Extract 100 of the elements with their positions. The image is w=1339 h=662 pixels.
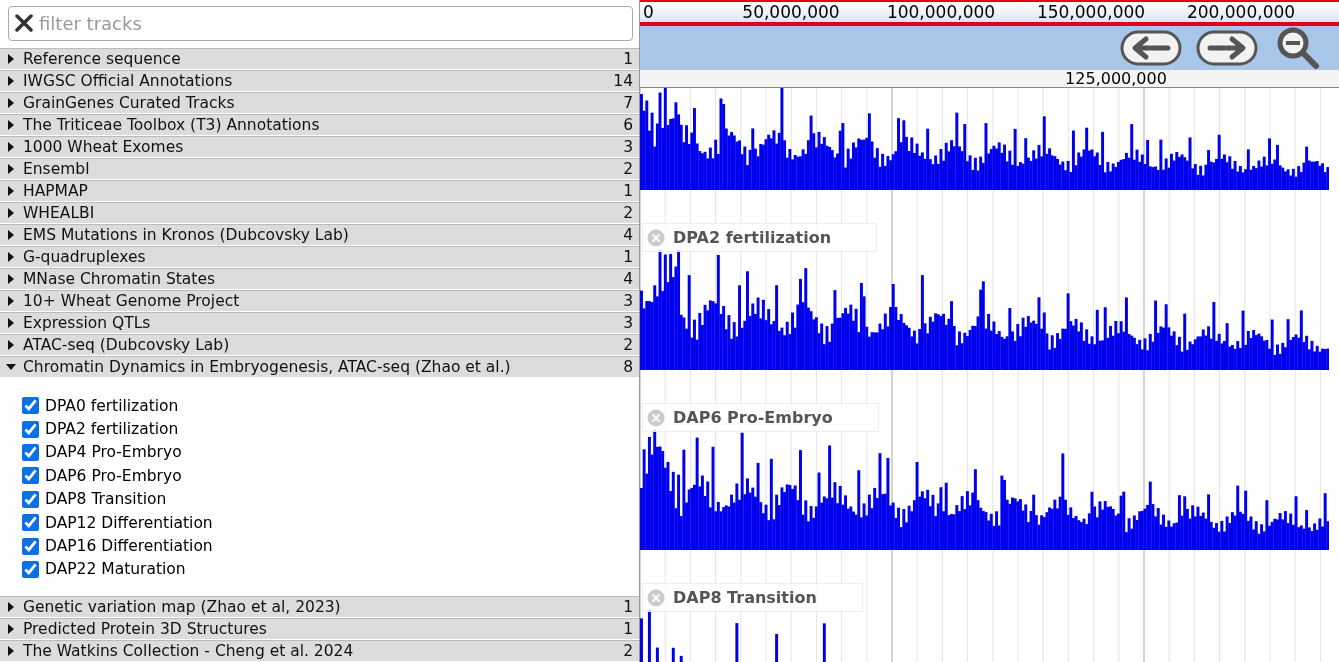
category-name: EMS Mutations in Kronos (Dubcovsky Lab) bbox=[23, 226, 350, 244]
caret-icon bbox=[6, 296, 16, 306]
track-count: 6 bbox=[623, 116, 633, 134]
caret-icon bbox=[6, 142, 16, 152]
ruler-label: 125,000,000 bbox=[1064, 69, 1168, 88]
track-count: 2 bbox=[623, 160, 633, 178]
category-header[interactable]: ATAC-seq (Dubcovsky Lab) 2 bbox=[0, 334, 639, 356]
caret-icon bbox=[6, 274, 16, 284]
ruler-label: 0 bbox=[642, 2, 655, 22]
track-count: 1 bbox=[623, 620, 633, 639]
track-name: DAP8 Transition bbox=[45, 490, 167, 509]
caret-icon bbox=[6, 120, 16, 130]
ruler-label: 100,000,000 bbox=[885, 2, 997, 22]
track-name: DAP12 Differentiation bbox=[45, 513, 213, 532]
category-name: Chromatin Dynamics in Embryogenesis, ATAC-seq (Zhao et al.) bbox=[23, 358, 512, 376]
track-label[interactable]: DAP8 Transition bbox=[642, 583, 863, 612]
category-name: IWGSC Official Annotations bbox=[23, 72, 234, 90]
category-name: The Watkins Collection - Cheng et al. 2024 bbox=[23, 642, 355, 661]
track-checkbox[interactable] bbox=[22, 514, 39, 532]
category-name: 1000 Wheat Exomes bbox=[23, 138, 185, 156]
category-header[interactable]: EMS Mutations in Kronos (Dubcovsky Lab) 4 bbox=[0, 224, 639, 246]
track-checkbox[interactable] bbox=[22, 397, 39, 415]
ruler-label: 50,000,000 bbox=[741, 2, 841, 22]
track-name: DAP6 Pro-Embryo bbox=[45, 466, 182, 485]
track-label[interactable]: DPA2 fertilization bbox=[642, 223, 878, 252]
category-name: ATAC-seq (Dubcovsky Lab) bbox=[23, 336, 231, 354]
category-header[interactable]: 1000 Wheat Exomes 3 bbox=[0, 136, 639, 158]
category-header[interactable]: GrainGenes Curated Tracks 7 bbox=[0, 92, 639, 114]
track-name: DAP16 Differentiation bbox=[45, 537, 213, 556]
category-header[interactable]: Genetic variation map (Zhao et al, 2023) 1 bbox=[0, 596, 639, 619]
track-count: 3 bbox=[623, 314, 633, 332]
category-header[interactable]: The Triticeae Toolbox (T3) Annotations 6 bbox=[0, 114, 639, 136]
category-header[interactable]: Predicted Protein 3D Structures 1 bbox=[0, 618, 639, 641]
caret-icon bbox=[6, 230, 16, 240]
track-checkbox[interactable] bbox=[22, 443, 39, 461]
track-checkbox[interactable] bbox=[22, 537, 39, 555]
caret-icon bbox=[6, 252, 16, 262]
caret-icon bbox=[6, 186, 16, 196]
track-count: 2 bbox=[623, 336, 633, 354]
pan-right-button[interactable] bbox=[1196, 30, 1258, 66]
category-name: Genetic variation map (Zhao et al, 2023) bbox=[23, 598, 342, 617]
track-checkbox[interactable] bbox=[22, 420, 39, 438]
caret-icon bbox=[6, 602, 16, 613]
track-count: 2 bbox=[623, 642, 633, 661]
category-header[interactable]: Chromatin Dynamics in Embryogenesis, ATAC-seq (Zhao et al.) 8 bbox=[0, 356, 639, 378]
category-header[interactable]: IWGSC Official Annotations 14 bbox=[0, 70, 639, 92]
category-name: The Triticeae Toolbox (T3) Annotations bbox=[23, 116, 321, 134]
track-checkbox[interactable] bbox=[22, 560, 39, 578]
category-name: WHEALBI bbox=[23, 204, 96, 222]
caret-icon bbox=[6, 98, 16, 108]
track-count: 2 bbox=[623, 204, 633, 222]
category-header[interactable]: 10+ Wheat Genome Project 3 bbox=[0, 290, 639, 312]
zoom-out-button[interactable] bbox=[1276, 26, 1320, 70]
clear-icon[interactable] bbox=[15, 14, 33, 32]
track-name: DPA2 fertilization bbox=[45, 420, 179, 439]
caret-icon bbox=[6, 54, 16, 64]
category-name: Predicted Protein 3D Structures bbox=[23, 620, 268, 639]
track-count: 3 bbox=[623, 292, 633, 310]
category-name: Ensembl bbox=[23, 160, 91, 178]
caret-icon bbox=[6, 76, 16, 86]
track-name: DPA0 fertilization bbox=[45, 396, 179, 415]
track-name: DAP4 Pro-Embryo bbox=[45, 443, 182, 462]
caret-icon bbox=[6, 362, 16, 372]
category-header[interactable]: WHEALBI 2 bbox=[0, 202, 639, 224]
category-header[interactable]: MNase Chromatin States 4 bbox=[0, 268, 639, 290]
category-header[interactable]: Reference sequence 1 bbox=[0, 48, 639, 70]
caret-icon bbox=[6, 318, 16, 328]
filter-field[interactable]: filter tracks bbox=[8, 6, 633, 41]
track-count: 14 bbox=[613, 72, 633, 90]
category-header[interactable]: The Watkins Collection - Cheng et al. 2024 2 bbox=[0, 640, 639, 662]
close-icon bbox=[647, 228, 665, 247]
track-count: 1 bbox=[623, 50, 633, 68]
track-name: DAP22 Maturation bbox=[45, 560, 186, 579]
category-name: G-quadruplexes bbox=[23, 248, 147, 266]
caret-icon bbox=[6, 164, 16, 174]
category-name: Expression QTLs bbox=[23, 314, 152, 332]
pan-left-button[interactable] bbox=[1120, 30, 1182, 66]
track-count: 8 bbox=[623, 358, 633, 376]
category-header[interactable]: Expression QTLs 3 bbox=[0, 312, 639, 334]
ruler-label: 150,000,000 bbox=[1035, 2, 1147, 22]
caret-icon bbox=[6, 208, 16, 218]
caret-icon bbox=[6, 646, 16, 657]
track-count: 1 bbox=[623, 598, 633, 617]
track-checkbox[interactable] bbox=[22, 467, 39, 485]
category-name: MNase Chromatin States bbox=[23, 270, 216, 288]
track-count: 1 bbox=[623, 248, 633, 266]
overview-ruler[interactable]: 0 50,000,000 100,000,000 150,000,000 200,000,000 bbox=[640, 0, 1339, 26]
ruler-label: 200,000,000 bbox=[1185, 2, 1297, 22]
category-header[interactable]: Ensembl 2 bbox=[0, 158, 639, 180]
track-count: 4 bbox=[623, 226, 633, 244]
track-label[interactable]: DAP6 Pro-Embryo bbox=[642, 403, 879, 432]
close-icon bbox=[647, 408, 665, 427]
caret-icon bbox=[6, 340, 16, 350]
category-header[interactable]: G-quadruplexes 1 bbox=[0, 246, 639, 268]
close-icon bbox=[647, 588, 665, 607]
track-count: 7 bbox=[623, 94, 633, 112]
category-name: GrainGenes Curated Tracks bbox=[23, 94, 236, 112]
category-name: 10+ Wheat Genome Project bbox=[23, 292, 241, 310]
track-checkbox[interactable] bbox=[22, 490, 39, 508]
category-header[interactable]: HAPMAP 1 bbox=[0, 180, 639, 202]
